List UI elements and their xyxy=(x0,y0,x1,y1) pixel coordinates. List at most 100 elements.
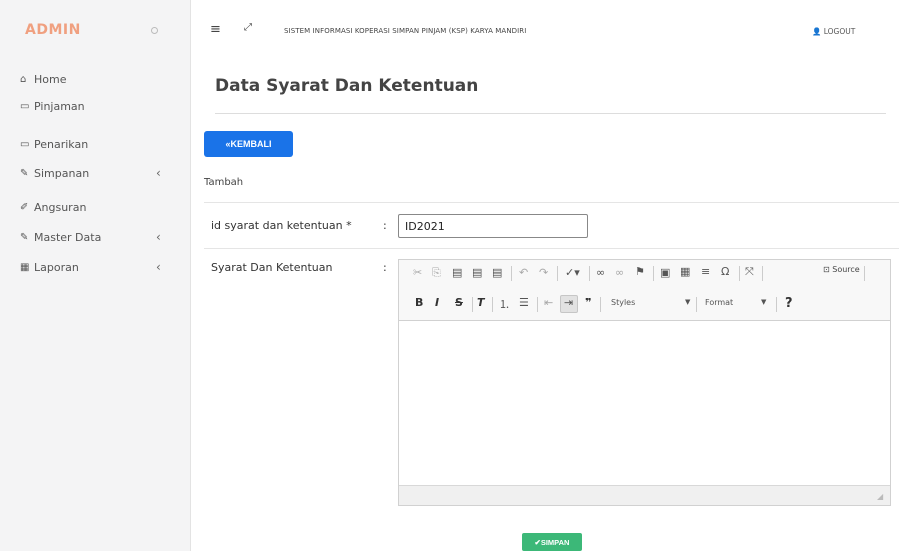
redo-icon[interactable]: ↷ xyxy=(539,266,548,279)
blockquote-icon[interactable]: ❞ xyxy=(585,296,591,309)
sidebar-item-laporan[interactable]: ▦ Laporan ‹ xyxy=(20,257,170,277)
colon: : xyxy=(383,261,387,274)
toolbar-separator xyxy=(589,266,590,281)
brand: ADMIN xyxy=(0,0,191,60)
sidebar-item-simpanan[interactable]: ✎ Simpanan ‹ xyxy=(20,163,170,183)
editor-content-area[interactable] xyxy=(399,322,890,484)
system-title: SISTEM INFORMASI KOPERASI SIMPAN PINJAM … xyxy=(284,27,527,35)
toolbar-separator xyxy=(537,297,538,312)
terms-field-label: Syarat Dan Ketentuan xyxy=(211,261,333,274)
save-button-label: SIMPAN xyxy=(540,537,570,547)
sidebar-item-label: Pinjaman xyxy=(34,99,85,113)
calendar-icon: ▦ xyxy=(20,261,30,273)
indent-icon[interactable]: ⇥ xyxy=(564,296,573,309)
rich-text-editor: ✂ ⎘ ▤ ▤ ▤ ↶ ↷ ✓▾ ∞ ∞ ⚑ ▣ ▦ ≡ Ω ⤧ ⊡ Sourc… xyxy=(398,259,891,506)
image-icon[interactable]: ▣ xyxy=(660,266,670,279)
paste-text-icon[interactable]: ▤ xyxy=(472,266,482,279)
styles-dropdown[interactable]: Styles ▼ xyxy=(611,298,690,307)
bulleted-list-icon[interactable]: ☰ xyxy=(519,296,529,309)
sidebar-item-label: Home xyxy=(34,72,67,86)
toolbar-separator xyxy=(864,266,865,281)
undo-icon[interactable]: ↶ xyxy=(519,266,528,279)
divider xyxy=(215,113,886,114)
toolbar-separator xyxy=(696,297,697,312)
sidebar-item-label: Angsuran xyxy=(34,200,87,214)
toolbar-separator xyxy=(511,266,512,281)
unlink-icon[interactable]: ∞ xyxy=(615,266,624,279)
topbar: ≡ ⤢ SISTEM INFORMASI KOPERASI SIMPAN PIN… xyxy=(192,0,899,60)
editor-status-bar: ◢ xyxy=(399,485,890,505)
hamburger-menu-icon[interactable]: ≡ xyxy=(210,22,221,37)
page-title: Data Syarat Dan Ketentuan xyxy=(215,76,479,96)
colon: : xyxy=(383,219,387,232)
sidebar-item-pinjaman[interactable]: ▭ Pinjaman xyxy=(20,96,170,116)
horizontal-line-icon[interactable]: ≡ xyxy=(701,265,710,278)
id-field-label: id syarat dan ketentuan * xyxy=(211,219,352,232)
maximize-icon[interactable]: ⤧ xyxy=(745,265,754,279)
sidebar: ADMIN ⌂ Home ▭ Pinjaman ▭ Penarikan ✎ Si… xyxy=(0,0,191,551)
toolbar-separator xyxy=(776,297,777,312)
brand-name: ADMIN xyxy=(25,22,81,38)
sidebar-toggle-icon[interactable] xyxy=(151,27,158,34)
app-frame: ADMIN ⌂ Home ▭ Pinjaman ▭ Penarikan ✎ Si… xyxy=(0,0,899,551)
paste-icon[interactable]: ▤ xyxy=(452,266,462,279)
fullscreen-icon[interactable]: ⤢ xyxy=(244,22,252,33)
format-dropdown[interactable]: Format ▼ xyxy=(705,298,766,307)
divider xyxy=(204,248,899,249)
paste-word-icon[interactable]: ▤ xyxy=(492,266,502,279)
home-icon: ⌂ xyxy=(20,73,27,85)
strikethrough-icon[interactable]: S xyxy=(455,296,463,309)
sidebar-item-angsuran[interactable]: ✐ Angsuran xyxy=(20,197,170,217)
divider xyxy=(204,202,899,203)
cut-icon[interactable]: ✂ xyxy=(413,266,422,279)
sidebar-item-home[interactable]: ⌂ Home xyxy=(20,69,170,89)
spellcheck-icon[interactable]: ✓▾ xyxy=(565,266,580,279)
link-icon[interactable]: ∞ xyxy=(596,266,605,279)
format-label: Format xyxy=(705,298,734,307)
sidebar-item-label: Laporan xyxy=(34,260,79,274)
chevron-left-icon: ‹ xyxy=(156,166,161,180)
outdent-icon[interactable]: ⇤ xyxy=(544,296,553,309)
dropdown-arrow-icon: ▼ xyxy=(685,298,691,306)
anchor-flag-icon[interactable]: ⚑ xyxy=(635,265,645,278)
edit-icon: ✎ xyxy=(20,231,29,243)
bold-icon[interactable]: B xyxy=(415,296,423,309)
logout-link[interactable]: 👤 LOGOUT xyxy=(812,27,855,36)
numbered-list-icon[interactable]: ⒈ xyxy=(499,296,510,312)
resize-handle-icon[interactable]: ◢ xyxy=(877,492,883,501)
special-char-icon[interactable]: Ω xyxy=(721,265,729,278)
toolbar-separator xyxy=(472,297,473,312)
toolbar-separator xyxy=(492,297,493,312)
sidebar-item-label: Penarikan xyxy=(34,137,89,151)
back-button[interactable]: « KEMBALI xyxy=(204,131,293,157)
edit-icon: ✎ xyxy=(20,167,29,179)
pencil-icon: ✐ xyxy=(20,201,29,213)
dropdown-arrow-icon: ▼ xyxy=(761,298,767,306)
toolbar-separator xyxy=(600,297,601,312)
chevron-left-icon: ‹ xyxy=(156,230,161,244)
id-input[interactable] xyxy=(398,214,588,238)
chevron-left-icon: ‹ xyxy=(156,260,161,274)
styles-label: Styles xyxy=(611,298,636,307)
toolbar-separator xyxy=(557,266,558,281)
source-icon: ⊡ xyxy=(823,265,830,274)
save-button[interactable]: ✔ SIMPAN xyxy=(522,533,582,551)
source-button[interactable]: ⊡ Source xyxy=(823,265,860,274)
table-icon[interactable]: ▦ xyxy=(680,265,690,278)
credit-card-icon: ▭ xyxy=(20,100,30,112)
remove-format-icon[interactable]: T xyxy=(477,296,485,309)
copy-icon[interactable]: ⎘ xyxy=(432,266,441,280)
sidebar-item-label: Master Data xyxy=(34,230,102,244)
italic-icon[interactable]: I xyxy=(435,296,439,309)
sidebar-item-penarikan[interactable]: ▭ Penarikan xyxy=(20,134,170,154)
back-button-label: KEMBALI xyxy=(230,139,272,149)
credit-card-icon: ▭ xyxy=(20,138,30,150)
user-icon: 👤 xyxy=(812,27,822,36)
logout-label: LOGOUT xyxy=(823,27,856,36)
sidebar-item-label: Simpanan xyxy=(34,166,90,180)
toolbar-separator xyxy=(653,266,654,281)
help-icon[interactable]: ? xyxy=(785,296,793,311)
sidebar-item-master-data[interactable]: ✎ Master Data ‹ xyxy=(20,227,170,247)
editor-toolbar: ✂ ⎘ ▤ ▤ ▤ ↶ ↷ ✓▾ ∞ ∞ ⚑ ▣ ▦ ≡ Ω ⤧ ⊡ Sourc… xyxy=(399,260,890,321)
form-subtitle: Tambah xyxy=(204,177,244,188)
